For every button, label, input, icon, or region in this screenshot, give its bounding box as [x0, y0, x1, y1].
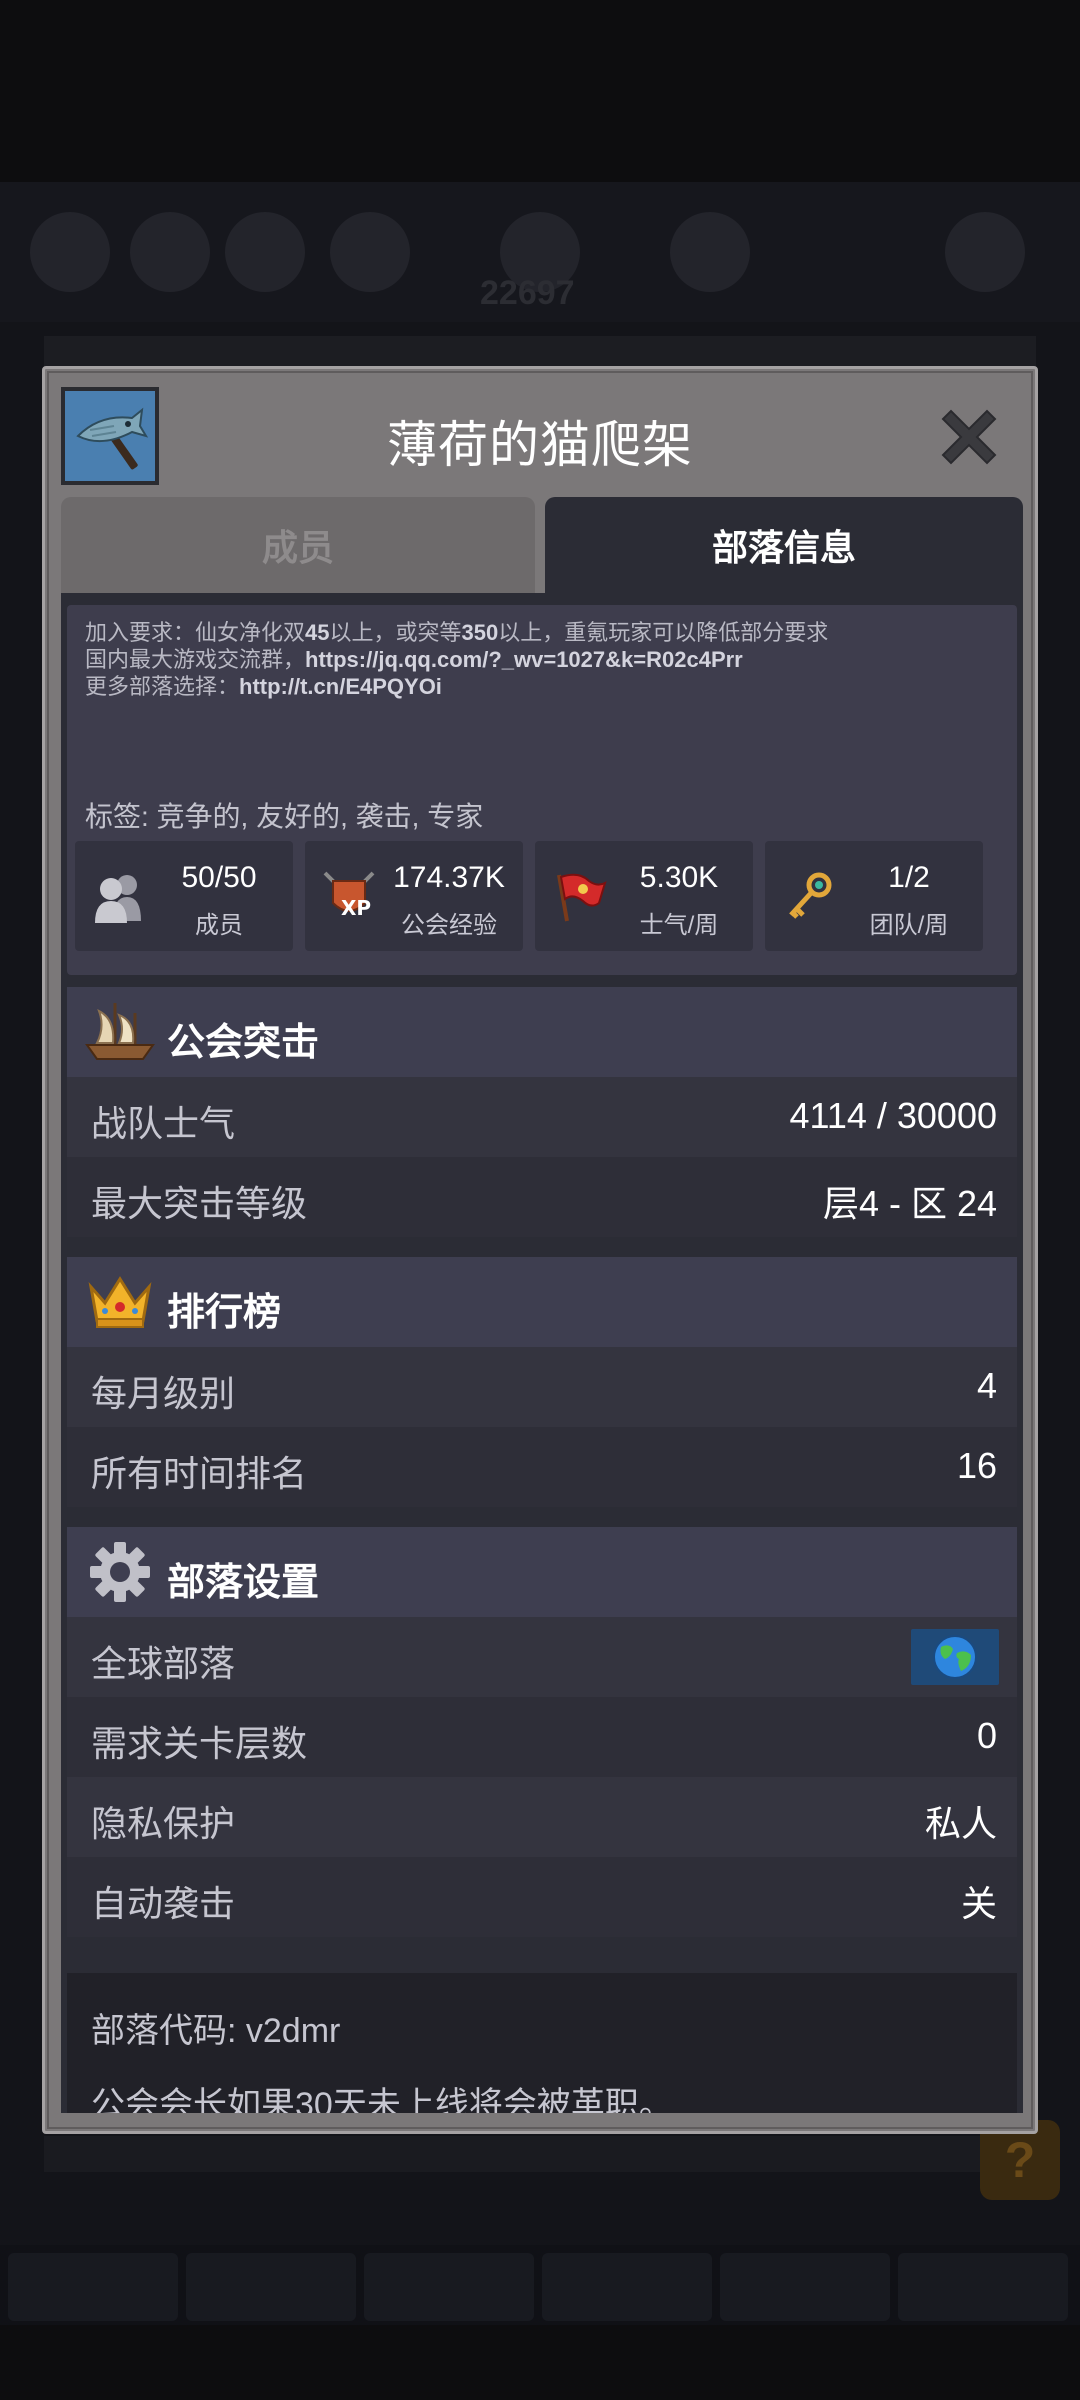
members-icon: [89, 869, 149, 925]
guild-tags: 标签: 竞争的, 友好的, 袭击, 专家: [85, 801, 484, 832]
guild-footer: 部落代码: v2dmr 公会会长如果30天未上线将会被革职。: [67, 1973, 1017, 2113]
bottom-nav-slot: [8, 2253, 178, 2321]
stat-members-value: 50/50: [181, 861, 257, 894]
auto-raid-row: 自动袭击 关: [67, 1857, 1017, 1937]
row-value: 0: [976, 1715, 997, 1756]
hud-ghost-icon: [945, 212, 1025, 292]
settings-section-header: 部落设置: [67, 1527, 1017, 1617]
tab-members[interactable]: 成员: [61, 497, 535, 593]
stat-morale: 5.30K 士气/周: [535, 841, 753, 951]
leaderboard-section-title: 排行榜: [167, 1292, 282, 1334]
qq-group-link: https://jq.qq.com/?_wv=1027&k=R02c4Prr: [305, 647, 743, 672]
row-label: 全球部落: [91, 1643, 236, 1684]
row-label: 每月级别: [91, 1373, 236, 1414]
guild-info-dialog: 薄荷的猫爬架 成员 部落信息 加入要求：仙女净化双45以上，或突等350以上，重…: [42, 366, 1038, 2134]
leader-inactivity-note: 公会会长如果30天未上线将会被革职。: [91, 2086, 673, 2113]
morale-flag-icon: [549, 869, 609, 925]
max-raid-level-row: 最大突击等级 层4 - 区 24: [67, 1157, 1017, 1237]
row-label: 自动袭击: [91, 1883, 236, 1924]
raid-morale-row: 战队士气 4114 / 30000: [67, 1077, 1017, 1157]
row-value: 关: [960, 1883, 997, 1924]
ship-icon: [85, 999, 155, 1065]
row-value: 私人: [924, 1803, 997, 1844]
all-time-rank-row: 所有时间排名 16: [67, 1427, 1017, 1507]
hud-ghost-icon: [670, 212, 750, 292]
row-label: 战队士气: [91, 1103, 236, 1144]
stat-guild-xp: XP 174.37K 公会经验: [305, 841, 523, 951]
hud-ghost-icon: [330, 212, 410, 292]
stat-guild-xp-label: 公会经验: [401, 912, 497, 939]
row-value: 4: [976, 1365, 997, 1406]
svg-text:XP: XP: [341, 896, 371, 920]
bottom-nav-background: [0, 2245, 1080, 2325]
more-guilds-link: http://t.cn/E4PQYOi: [239, 674, 442, 699]
row-label: 所有时间排名: [91, 1453, 308, 1494]
close-icon[interactable]: [933, 401, 1005, 473]
background-panel-edge: [44, 2136, 1036, 2172]
game-hud-background: 22697: [0, 182, 1080, 322]
stat-morale-label: 士气/周: [639, 912, 719, 939]
background-panel-edge: [44, 336, 1036, 366]
bottom-nav-slot: [186, 2253, 356, 2321]
hud-ghost-icon: [225, 212, 305, 292]
row-value: 16: [956, 1445, 997, 1486]
guild-xp-icon: XP: [319, 869, 379, 925]
stat-members: 50/50 成员: [75, 841, 293, 951]
row-value: 4114 / 30000: [789, 1095, 997, 1136]
guild-description: 加入要求：仙女净化双45以上，或突等350以上，重氪玩家可以降低部分要求 国内最…: [85, 620, 829, 699]
global-guild-row: 全球部落: [67, 1617, 1017, 1697]
dialog-title: 薄荷的猫爬架: [387, 417, 693, 473]
row-value: 层4 - 区 24: [822, 1183, 997, 1224]
crown-icon: [85, 1269, 155, 1335]
row-label: 需求关卡层数: [91, 1723, 308, 1764]
key-icon: [779, 869, 839, 925]
stat-raids-label: 团队/周: [869, 912, 949, 939]
stat-raids: 1/2 团队/周: [765, 841, 983, 951]
bottom-nav-slot: [364, 2253, 534, 2321]
guild-description-box: 加入要求：仙女净化双45以上，或突等350以上，重氪玩家可以降低部分要求 国内最…: [67, 605, 1017, 975]
stat-members-label: 成员: [195, 912, 243, 939]
bottom-nav-slot: [898, 2253, 1068, 2321]
raid-section-title: 公会突击: [167, 1022, 320, 1064]
leaderboard-section-header: 排行榜: [67, 1257, 1017, 1347]
monthly-rank-row: 每月级别 4: [67, 1347, 1017, 1427]
guild-code: 部落代码: v2dmr: [91, 2012, 341, 2050]
bottom-nav-slot: [720, 2253, 890, 2321]
required-stage-row: 需求关卡层数 0: [67, 1697, 1017, 1777]
guild-info-panel: 加入要求：仙女净化双45以上，或突等350以上，重氪玩家可以降低部分要求 国内最…: [61, 593, 1023, 2113]
row-label: 最大突击等级: [91, 1183, 308, 1224]
settings-section-title: 部落设置: [167, 1562, 320, 1604]
row-label: 隐私保护: [91, 1803, 236, 1844]
globe-icon: [911, 1629, 999, 1685]
stat-guild-xp-value: 174.37K: [393, 861, 505, 894]
privacy-row: 隐私保护 私人: [67, 1777, 1017, 1857]
hud-score: 22697: [480, 274, 575, 312]
tab-guild-info[interactable]: 部落信息: [545, 497, 1023, 593]
gear-icon: [85, 1539, 155, 1605]
hud-ghost-icon: [130, 212, 210, 292]
stat-morale-value: 5.30K: [639, 861, 719, 894]
guild-emblem-fish-hammer-icon: [61, 387, 159, 485]
stat-raids-value: 1/2: [888, 861, 930, 894]
bottom-nav-slot: [542, 2253, 712, 2321]
raid-section-header: 公会突击: [67, 987, 1017, 1077]
hud-ghost-icon: [30, 212, 110, 292]
